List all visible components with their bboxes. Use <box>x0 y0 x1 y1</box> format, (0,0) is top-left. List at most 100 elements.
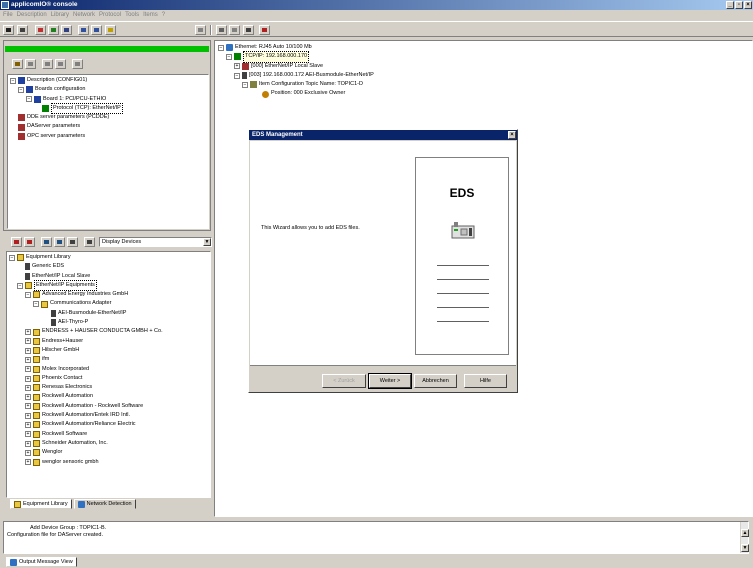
device-icon <box>51 319 56 327</box>
net-item-local-slave[interactable]: + [000] EtherNet/IP Local Slave <box>218 62 749 71</box>
library-open-icon[interactable] <box>11 237 22 247</box>
lib-item-vendor[interactable]: + ifm <box>9 355 208 364</box>
dialog-title-bar: EDS Management × <box>249 130 517 140</box>
save-icon[interactable] <box>3 25 14 35</box>
tab-output-message-view[interactable]: Output Message View <box>6 557 77 567</box>
back-button[interactable]: < Zurück <box>322 374 366 388</box>
protocol-icon <box>42 105 49 113</box>
lib-item-root[interactable]: − Equipment Library <box>9 253 208 262</box>
download-icon[interactable] <box>48 25 59 35</box>
menu-help[interactable]: ? <box>162 11 165 20</box>
tree-item-protocol[interactable]: Protocol (TCP): EtherNet/IP <box>10 102 206 115</box>
scroll-down-icon[interactable]: ▼ <box>741 544 749 552</box>
connect-icon[interactable] <box>35 25 46 35</box>
scan-icon[interactable] <box>259 25 270 35</box>
project-icon <box>18 77 25 85</box>
lib-item-advanced[interactable]: − Advanced Energy Industries GmbH <box>9 290 208 299</box>
menu-network[interactable]: Network <box>73 11 95 20</box>
device-module-icon <box>451 222 475 239</box>
help-button[interactable]: Hilfe <box>464 374 507 388</box>
folder-icon <box>33 356 40 364</box>
lib-item-aei-thyro[interactable]: AEI-Thyro-P <box>9 318 208 327</box>
net-item-tcpip[interactable]: − TCP/IP: 192.168.000.170 <box>218 51 749 63</box>
menu-file[interactable]: File <box>3 11 13 20</box>
lib-item-vendor[interactable]: + Renesas Electronics <box>9 383 208 392</box>
output-scrollbar[interactable]: ▲ ▼ <box>740 522 749 553</box>
tree-item-daserver[interactable]: DAServer parameters <box>10 122 206 131</box>
folder-icon <box>33 393 40 401</box>
display-combo[interactable]: Display Devices ▼ <box>99 237 212 247</box>
list-icon[interactable] <box>229 25 240 35</box>
minimize-button[interactable]: _ <box>726 1 734 9</box>
window2-icon[interactable] <box>91 25 102 35</box>
window-icon[interactable] <box>78 25 89 35</box>
lib-item-vendor[interactable]: + wenglor sensoric gmbh <box>9 458 208 467</box>
lib-item-vendor[interactable]: + Rockwell Automation <box>9 392 208 401</box>
help-icon[interactable] <box>105 25 116 35</box>
config-add-icon[interactable] <box>42 59 53 69</box>
net-item-position[interactable]: Position: 000 Exclusive Owner <box>218 89 749 98</box>
net-item-config[interactable]: − Item Configuration Topic Name: TOPIC1-D <box>218 80 749 89</box>
card-line <box>437 307 489 308</box>
item-config-icon <box>250 81 257 89</box>
lib-item-vendor[interactable]: + Rockwell Automation - Rockwell Software <box>9 402 208 411</box>
menu-library[interactable]: Library <box>51 11 69 20</box>
lib-item-vendor[interactable]: + Wenglor <box>9 448 208 457</box>
lib-item-vendor[interactable]: + Endress+Hauser <box>9 337 208 346</box>
lib-item-vendor[interactable]: + Rockwell Software <box>9 430 208 439</box>
tree-item-description[interactable]: − Description (CONFIG01) <box>10 76 206 85</box>
cancel-button[interactable]: Abbrechen <box>414 374 457 388</box>
tree-icon[interactable] <box>216 25 227 35</box>
menu-tools[interactable]: Tools <box>125 11 139 20</box>
config-open-icon[interactable] <box>12 59 23 69</box>
lib-item-equipments[interactable]: − EtherNet/IP Equipments <box>9 279 208 292</box>
detection-icon <box>77 500 85 508</box>
scroll-up-icon[interactable]: ▲ <box>741 529 749 537</box>
output-line-2: Configuration file for DAServer created. <box>7 532 103 538</box>
close-window-button[interactable]: × <box>744 1 752 9</box>
card-line <box>437 265 489 266</box>
config-props-icon[interactable] <box>72 59 83 69</box>
print-icon[interactable] <box>17 25 28 35</box>
library-import-icon[interactable] <box>41 237 52 247</box>
tree-item-opc[interactable]: OPC server parameters <box>10 132 206 141</box>
lib-item-comm-adapter[interactable]: − Communications Adapter <box>9 299 208 308</box>
dialog-body: This Wizard allows you to add EDS files.… <box>250 141 516 366</box>
library-icon[interactable] <box>195 25 206 35</box>
ethernet-icon <box>226 44 233 52</box>
maximize-button[interactable]: ▫ <box>735 1 743 9</box>
config-remove-icon[interactable] <box>55 59 66 69</box>
folder-icon <box>25 282 32 290</box>
lib-item-vendor[interactable]: + Molex Incorporated <box>9 365 208 374</box>
lib-item-vendor[interactable]: + ENDRESS + HAUSER CONDUCTA GMBH + Co. <box>9 327 208 336</box>
dialog-close-button[interactable]: × <box>508 131 516 139</box>
library-close-icon[interactable] <box>24 237 35 247</box>
tree-item-boards[interactable]: − Boards configuration <box>10 85 206 94</box>
lib-item-vendor[interactable]: + Phoenix Contact <box>9 374 208 383</box>
menu-description[interactable]: Description <box>17 11 47 20</box>
lib-item-generic[interactable]: Generic EDS <box>9 262 208 271</box>
eds-dialog: EDS Management × This Wizard allows you … <box>248 129 518 393</box>
menu-items[interactable]: Items <box>143 11 158 20</box>
lib-item-aei-bus[interactable]: AEI-Busmodule-EtherNet/IP <box>9 309 208 318</box>
tree-item-dde[interactable]: DDE server parameters (PCDDE) <box>10 113 206 122</box>
lib-item-vendor[interactable]: + Rockwell Automation/Reliance Electric <box>9 420 208 429</box>
menu-protocol[interactable]: Protocol <box>99 11 121 20</box>
title-bar: applicomIO® console _ ▫ × <box>0 0 753 10</box>
library-tabs: Equipment Library Network Detection <box>10 499 136 509</box>
tab-network-detection[interactable]: Network Detection <box>73 499 136 509</box>
diagnostic-icon[interactable] <box>61 25 72 35</box>
lib-item-vendor[interactable]: + Rockwell Automation/Entek IRD Intl. <box>9 411 208 420</box>
next-button[interactable]: Weiter > <box>368 373 412 389</box>
lib-item-vendor[interactable]: + Schneider Automation, Inc. <box>9 439 208 448</box>
card-line <box>437 293 489 294</box>
net-item-device[interactable]: − [003] 192.168.000.172 AEI-Busmodule-Eth… <box>218 71 749 80</box>
library-eds-icon[interactable] <box>67 237 78 247</box>
details-icon[interactable] <box>243 25 254 35</box>
library-view-icon[interactable] <box>84 237 95 247</box>
config-close-icon[interactable] <box>25 59 36 69</box>
chevron-down-icon[interactable]: ▼ <box>203 238 211 246</box>
lib-item-vendor[interactable]: + Hilscher GmbH <box>9 346 208 355</box>
library-arrow-icon[interactable] <box>54 237 65 247</box>
tab-equipment-library[interactable]: Equipment Library <box>10 499 72 509</box>
